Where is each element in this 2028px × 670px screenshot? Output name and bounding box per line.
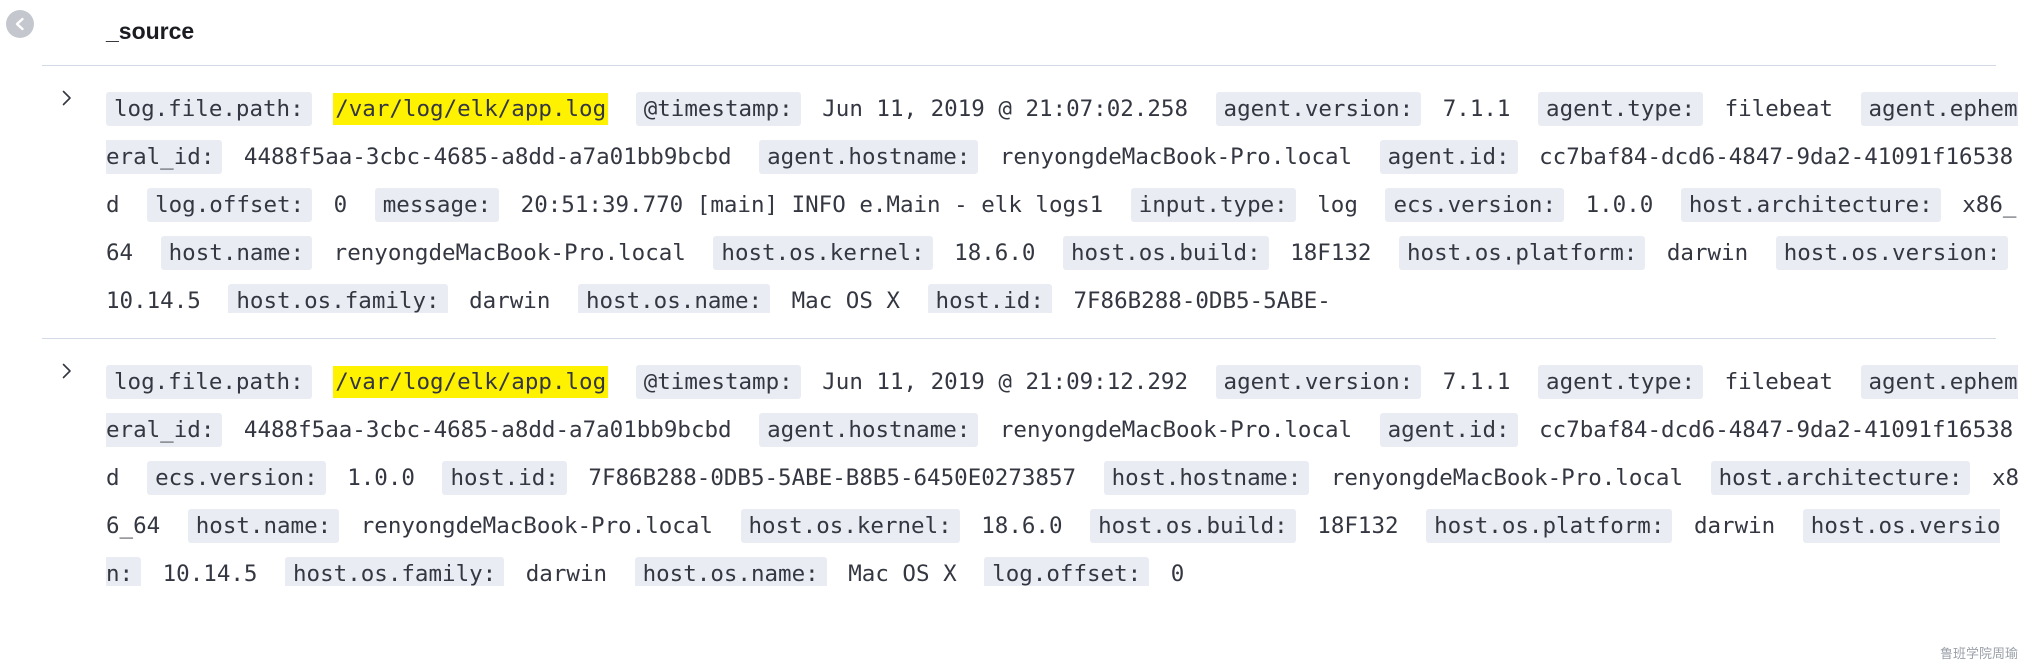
- watermark: 鲁班学院周瑜: [1939, 646, 2018, 661]
- field-key: host.os.platform:: [1399, 236, 1646, 270]
- field-key: log.offset:: [147, 188, 313, 222]
- field-key: input.type:: [1130, 188, 1296, 222]
- field-value: 10.14.5: [106, 288, 201, 313]
- field-value: renyongdeMacBook-Pro.local: [360, 513, 713, 539]
- field-value: 10.14.5: [162, 561, 258, 586]
- chevron-right-icon: [62, 90, 71, 106]
- field-key: host.id:: [927, 284, 1052, 313]
- field-value: darwin: [469, 288, 551, 313]
- field-value: 18.6.0: [981, 513, 1063, 539]
- chevron-left-icon: [15, 17, 24, 31]
- field-key: agent.type:: [1538, 92, 1704, 126]
- field-key: agent.id:: [1379, 413, 1518, 447]
- field-value: 7F86B288-0DB5-5ABE-B8B5-6450E0273857: [588, 465, 1077, 491]
- field-key: log.file.path:: [106, 92, 312, 126]
- field-key: ecs.version:: [1385, 188, 1565, 222]
- field-key: host.os.version:: [1775, 236, 2009, 270]
- field-key: log.offset:: [984, 557, 1150, 586]
- field-value-highlighted: /var/log/elk/app.log: [333, 93, 609, 125]
- field-key: host.os.kernel:: [713, 236, 933, 270]
- table-header: _source: [42, 0, 1996, 66]
- field-key: host.os.platform:: [1426, 509, 1673, 543]
- field-value: 18F132: [1290, 240, 1372, 266]
- field-key: host.os.name:: [634, 557, 827, 586]
- field-value: 1.0.0: [347, 465, 415, 491]
- expand-row-button[interactable]: [56, 87, 78, 109]
- table-row: log.file.path: /var/log/elk/app.log @tim…: [42, 340, 2019, 590]
- field-value: renyongdeMacBook-Pro.local: [999, 144, 1353, 170]
- field-value: 4488f5aa-3cbc-4685-a8dd-a7a01bb9bcbd: [243, 417, 732, 443]
- expand-row-button[interactable]: [56, 360, 78, 382]
- field-value-highlighted: /var/log/elk/app.log: [333, 366, 609, 398]
- field-value: 18.6.0: [954, 240, 1036, 266]
- field-key: host.os.build:: [1062, 236, 1269, 270]
- field-key: agent.version:: [1215, 365, 1422, 399]
- field-key: host.os.name:: [577, 284, 771, 313]
- field-key: host.hostname:: [1103, 461, 1310, 495]
- field-key: host.architecture:: [1680, 188, 1941, 222]
- back-button[interactable]: [6, 10, 34, 38]
- field-key: @timestamp:: [635, 92, 801, 126]
- field-key: @timestamp:: [635, 365, 801, 399]
- field-value: renyongdeMacBook-Pro.local: [333, 240, 686, 266]
- field-key: message:: [374, 188, 500, 222]
- chevron-right-icon: [62, 363, 71, 379]
- field-key: host.name:: [160, 236, 313, 270]
- field-key: host.os.family:: [285, 557, 505, 586]
- field-value: 20:51:39.770 [main] INFO e.Main - elk lo…: [520, 192, 1104, 218]
- field-value: filebeat: [1724, 369, 1833, 395]
- source-document: log.file.path: /var/log/elk/app.log @tim…: [106, 358, 2026, 586]
- source-column-header: _source: [106, 18, 195, 44]
- field-key: agent.id:: [1379, 140, 1518, 174]
- field-value: darwin: [1666, 240, 1749, 266]
- field-value: 0: [1170, 561, 1185, 586]
- field-key: agent.type:: [1538, 365, 1704, 399]
- field-value: filebeat: [1724, 96, 1833, 122]
- field-value: renyongdeMacBook-Pro.local: [1330, 465, 1684, 491]
- field-key: host.architecture:: [1710, 461, 1971, 495]
- field-value: darwin: [525, 561, 608, 586]
- field-key: agent.hostname:: [759, 413, 979, 447]
- field-value: 4488f5aa-3cbc-4685-a8dd-a7a01bb9bcbd: [243, 144, 732, 170]
- field-value: Jun 11, 2019 @ 21:07:02.258: [822, 96, 1188, 122]
- source-document: log.file.path: /var/log/elk/app.log @tim…: [106, 85, 2026, 313]
- field-key: host.os.kernel:: [740, 509, 960, 543]
- field-key: host.id:: [442, 461, 567, 495]
- field-key: host.os.build:: [1090, 509, 1296, 543]
- field-key: agent.version:: [1215, 92, 1422, 126]
- field-value: 7.1.1: [1442, 96, 1511, 122]
- field-value: 1.0.0: [1585, 192, 1654, 218]
- field-key: agent.hostname:: [759, 140, 979, 174]
- field-key: log.file.path:: [106, 365, 312, 399]
- field-value: log: [1317, 192, 1358, 218]
- table-row: log.file.path: /var/log/elk/app.log @tim…: [42, 67, 2018, 339]
- field-value: 18F132: [1317, 513, 1399, 539]
- field-key: host.name:: [187, 509, 340, 543]
- field-value: darwin: [1693, 513, 1776, 539]
- field-value: Jun 11, 2019 @ 21:09:12.292: [822, 369, 1188, 395]
- field-value: Mac OS X: [791, 288, 900, 313]
- field-value: renyongdeMacBook-Pro.local: [999, 417, 1353, 443]
- field-value: 0: [333, 192, 348, 218]
- field-value: 7F86B288-0DB5-5ABE-: [1073, 288, 1331, 313]
- field-value: Mac OS X: [848, 561, 957, 586]
- field-key: ecs.version:: [147, 461, 326, 495]
- field-key: host.os.family:: [228, 284, 448, 313]
- field-value: 7.1.1: [1442, 369, 1511, 395]
